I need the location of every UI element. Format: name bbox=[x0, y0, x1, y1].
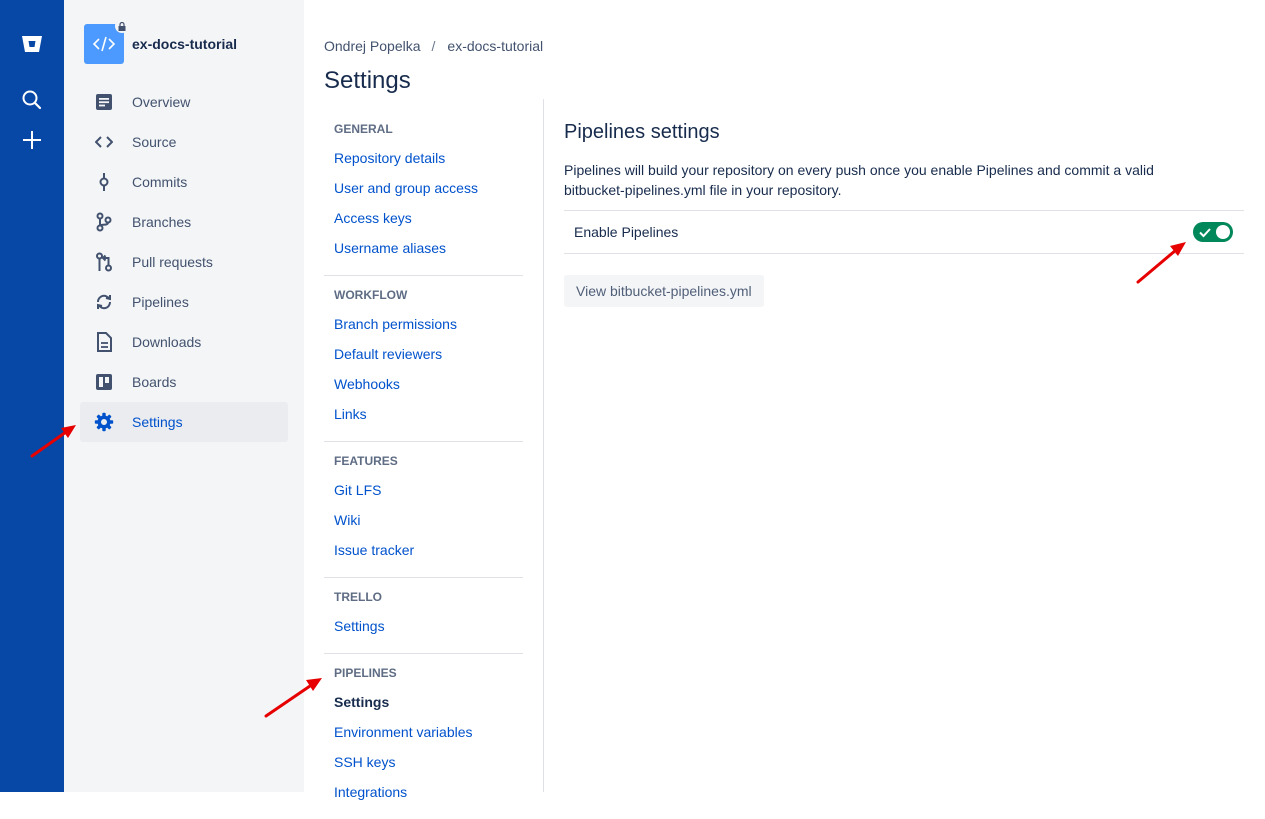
sidebar-item-label: Pull requests bbox=[132, 254, 213, 270]
toggle-knob bbox=[1216, 225, 1230, 239]
settings-group-heading: WORKFLOW bbox=[334, 288, 408, 302]
settings-link-environment-variables[interactable]: Environment variables bbox=[324, 724, 523, 754]
settings-link-pipelines-settings[interactable]: Settings bbox=[324, 694, 523, 724]
sidebar-item-boards[interactable]: Boards bbox=[80, 362, 288, 402]
search-icon[interactable] bbox=[20, 88, 44, 112]
bitbucket-logo-icon[interactable] bbox=[20, 32, 44, 56]
sidebar-item-pipelines[interactable]: Pipelines bbox=[80, 282, 288, 322]
breadcrumb-repo-link[interactable]: ex-docs-tutorial bbox=[447, 38, 543, 54]
sidebar-item-label: Pipelines bbox=[132, 294, 189, 310]
repo-name[interactable]: ex-docs-tutorial bbox=[132, 36, 237, 52]
sidebar-item-downloads[interactable]: Downloads bbox=[80, 322, 288, 362]
settings-link-username-aliases[interactable]: Username aliases bbox=[324, 240, 523, 270]
settings-link-ssh-keys[interactable]: SSH keys bbox=[324, 754, 523, 784]
pipelines-icon bbox=[92, 290, 116, 314]
settings-link-user-group-access[interactable]: User and group access bbox=[324, 180, 523, 210]
settings-nav: GENERAL Repository details User and grou… bbox=[324, 110, 523, 819]
enable-pipelines-label: Enable Pipelines bbox=[574, 224, 679, 240]
settings-link-links[interactable]: Links bbox=[324, 406, 523, 436]
overview-icon bbox=[92, 90, 116, 114]
settings-group-heading: GENERAL bbox=[334, 122, 393, 136]
settings-link-git-lfs[interactable]: Git LFS bbox=[324, 482, 523, 512]
repo-header[interactable]: ex-docs-tutorial bbox=[84, 19, 237, 64]
sidebar-item-label: Downloads bbox=[132, 334, 202, 350]
section-title: Pipelines settings bbox=[564, 121, 720, 143]
section-description: Pipelines will build your repository on … bbox=[564, 162, 1154, 198]
repo-avatar[interactable] bbox=[84, 19, 129, 64]
breadcrumb-owner-link[interactable]: Ondrej Popelka bbox=[324, 38, 421, 54]
settings-link-integrations[interactable]: Integrations bbox=[324, 784, 523, 814]
settings-group-general: GENERAL Repository details User and grou… bbox=[324, 110, 523, 276]
pull-request-icon bbox=[92, 250, 116, 274]
checkmark-icon bbox=[1199, 228, 1211, 238]
settings-link-wiki[interactable]: Wiki bbox=[324, 512, 523, 542]
settings-link-access-keys[interactable]: Access keys bbox=[324, 210, 523, 240]
settings-group-pipelines: PIPELINES Settings Environment variables… bbox=[324, 654, 523, 819]
sidebar-item-settings[interactable]: Settings bbox=[80, 402, 288, 442]
sidebar-item-label: Commits bbox=[132, 174, 188, 190]
download-file-icon bbox=[92, 330, 116, 354]
annotation-arrow-icon bbox=[264, 678, 322, 718]
view-pipelines-yml-button[interactable]: View bitbucket-pipelines.yml bbox=[564, 275, 764, 307]
settings-group-trello: TRELLO Settings bbox=[324, 578, 523, 654]
settings-group-heading: PIPELINES bbox=[334, 666, 397, 680]
breadcrumb-separator: / bbox=[431, 38, 436, 54]
settings-link-default-reviewers[interactable]: Default reviewers bbox=[324, 346, 523, 376]
create-plus-icon[interactable] bbox=[20, 128, 44, 152]
settings-link-branch-permissions[interactable]: Branch permissions bbox=[324, 316, 523, 346]
source-code-icon bbox=[92, 130, 116, 154]
sidebar-item-label: Source bbox=[132, 134, 177, 150]
breadcrumb: Ondrej Popelka / ex-docs-tutorial bbox=[324, 38, 543, 54]
sidebar-item-source[interactable]: Source bbox=[80, 122, 288, 162]
sidebar-item-label: Overview bbox=[132, 94, 191, 110]
annotation-arrow-icon bbox=[30, 425, 76, 458]
gear-icon bbox=[92, 410, 116, 434]
sidebar-item-label: Boards bbox=[132, 374, 177, 390]
enable-pipelines-toggle[interactable] bbox=[1193, 222, 1233, 242]
settings-link-issue-tracker[interactable]: Issue tracker bbox=[324, 542, 523, 572]
sidebar-item-label: Branches bbox=[132, 214, 192, 230]
settings-group-heading: FEATURES bbox=[334, 454, 398, 468]
settings-link-repository-details[interactable]: Repository details bbox=[324, 150, 523, 180]
sidebar-item-commits[interactable]: Commits bbox=[80, 162, 288, 202]
settings-link-trello-settings[interactable]: Settings bbox=[324, 618, 523, 648]
code-icon bbox=[93, 36, 115, 52]
sidebar-item-pull-requests[interactable]: Pull requests bbox=[80, 242, 288, 282]
column-divider bbox=[543, 99, 544, 792]
global-nav bbox=[0, 0, 64, 792]
sidebar-item-label: Settings bbox=[132, 414, 183, 430]
sidebar-item-branches[interactable]: Branches bbox=[80, 202, 288, 242]
board-icon bbox=[92, 370, 116, 394]
commit-icon bbox=[92, 170, 116, 194]
settings-link-webhooks[interactable]: Webhooks bbox=[324, 376, 523, 406]
settings-group-heading: TRELLO bbox=[334, 590, 382, 604]
branch-icon bbox=[92, 210, 116, 234]
lock-icon bbox=[115, 19, 129, 33]
sidebar-item-overview[interactable]: Overview bbox=[80, 82, 288, 122]
settings-group-features: FEATURES Git LFS Wiki Issue tracker bbox=[324, 442, 523, 578]
settings-group-workflow: WORKFLOW Branch permissions Default revi… bbox=[324, 276, 523, 442]
annotation-arrow-icon bbox=[1136, 242, 1186, 284]
page-title: Settings bbox=[324, 67, 411, 94]
